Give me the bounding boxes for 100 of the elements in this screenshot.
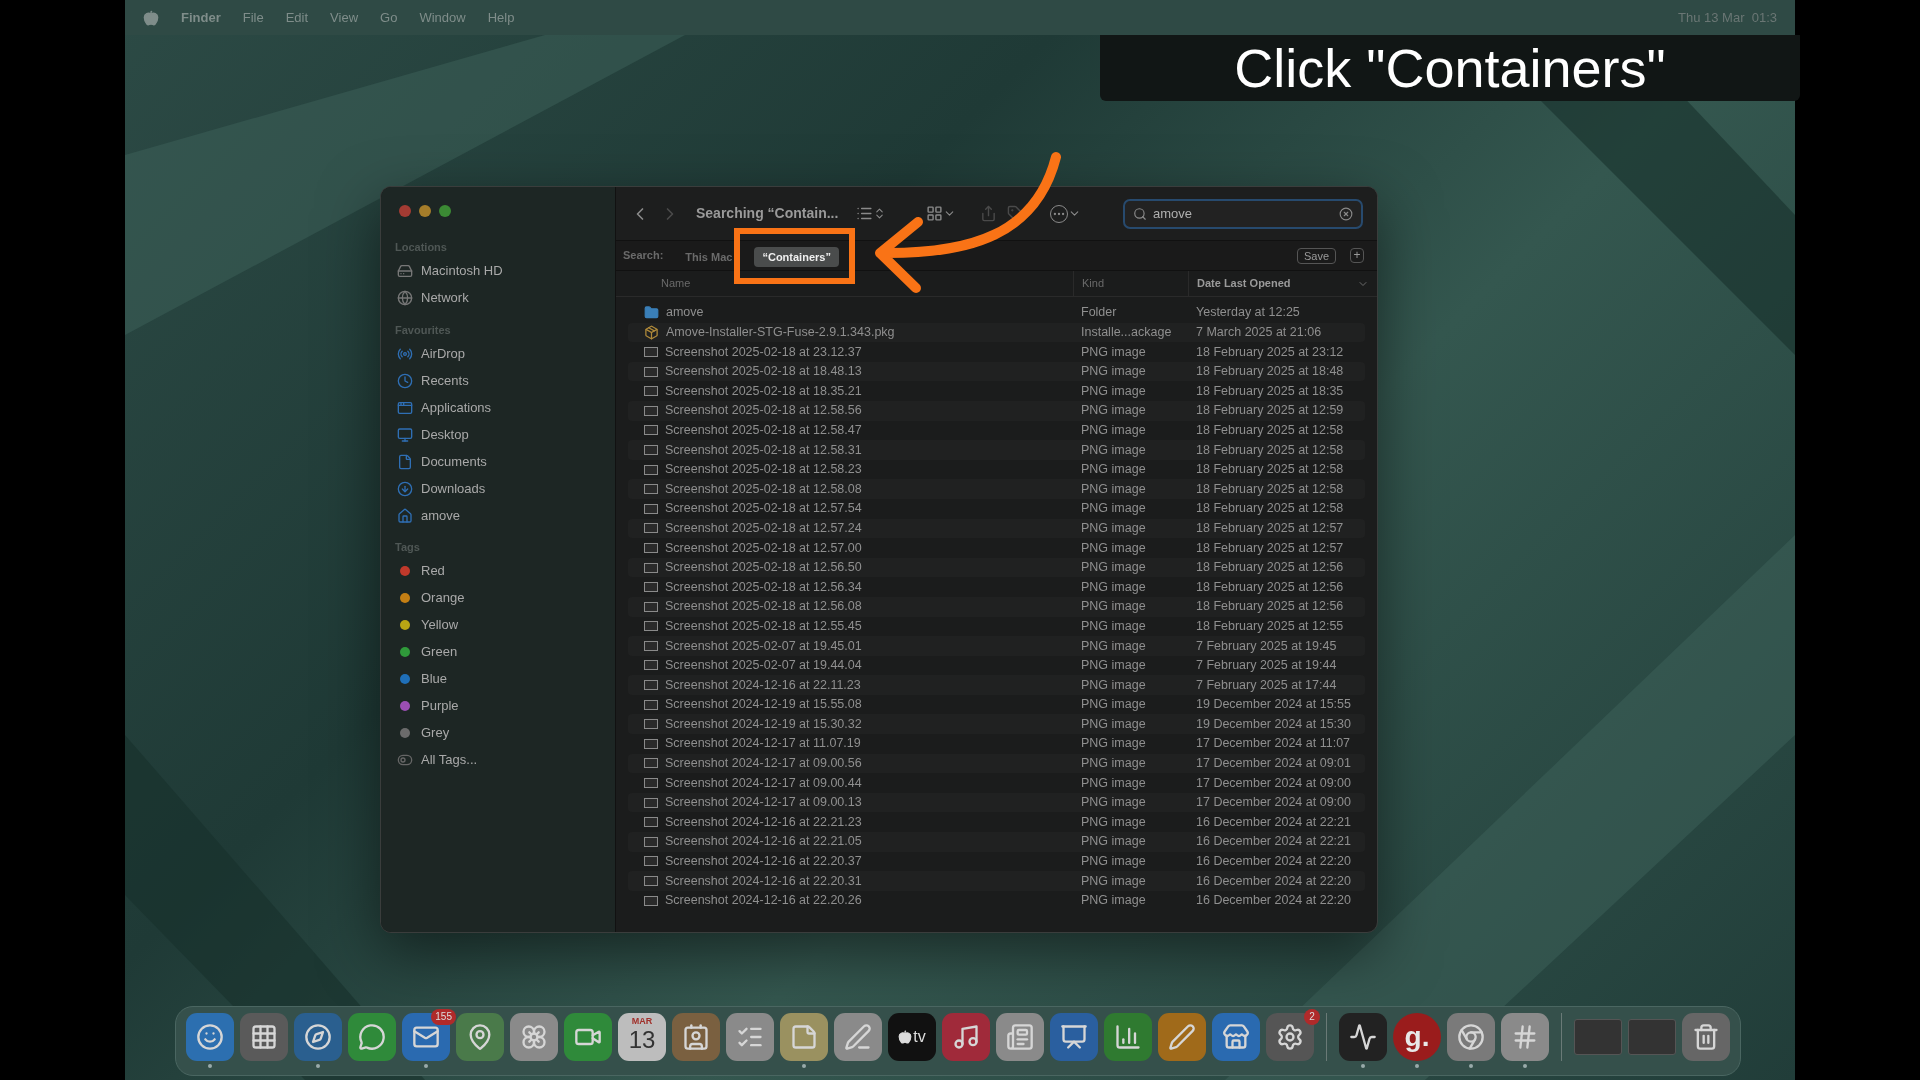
- minimize-button[interactable]: [419, 205, 431, 217]
- table-row[interactable]: Screenshot 2024-12-16 at 22.20.31 PNG image 16 December 2024 at 22:20: [628, 871, 1365, 891]
- dock-app-icon[interactable]: [1104, 1013, 1152, 1061]
- table-row[interactable]: Screenshot 2025-02-18 at 12.58.31 PNG image 18 February 2025 at 12:58: [628, 440, 1365, 460]
- close-button[interactable]: [399, 205, 411, 217]
- save-button[interactable]: Save: [1296, 247, 1336, 264]
- image-thumbnail-icon: [644, 778, 658, 789]
- table-row[interactable]: Screenshot 2024-12-17 at 09.00.13 PNG image 17 December 2024 at 09:00: [628, 792, 1365, 813]
- dock-app-icon[interactable]: [1212, 1013, 1260, 1061]
- image-thumbnail-icon: [644, 582, 658, 593]
- file-date: 16 December 2024 at 22:20: [1195, 853, 1351, 871]
- dock-app-icon[interactable]: [294, 1013, 342, 1061]
- tv-app-icon[interactable]: tv: [888, 1013, 936, 1061]
- list-view-icon[interactable]: [856, 205, 874, 222]
- sidebar-item[interactable]: Macintosh HD: [421, 261, 503, 281]
- file-date: 7 March 2025 at 21:06: [1195, 324, 1322, 341]
- file-date: 18 February 2025 at 12:56: [1195, 598, 1344, 616]
- dock-app-icon[interactable]: [1339, 1013, 1387, 1061]
- dock-app-icon[interactable]: [1682, 1013, 1730, 1061]
- add-criteria-button[interactable]: +: [1350, 248, 1364, 263]
- sidebar-item[interactable]: Purple: [421, 696, 459, 716]
- table-row[interactable]: Amove-Installer-STG-Fuse-2.9.1.343.pkg Installe...ackage 7 March 2025 at 21:06: [628, 322, 1365, 343]
- table-row[interactable]: Screenshot 2025-02-18 at 12.58.56 PNG image 18 February 2025 at 12:59: [628, 400, 1365, 421]
- table-row[interactable]: Screenshot 2025-02-18 at 12.56.08 PNG image 18 February 2025 at 12:56: [628, 596, 1365, 617]
- g-app-icon[interactable]: g.: [1393, 1013, 1441, 1061]
- sidebar-item[interactable]: Desktop: [421, 424, 469, 445]
- sidebar-item[interactable]: Red: [421, 561, 445, 581]
- apple-logo-icon[interactable]: [143, 9, 159, 26]
- file-date: 18 February 2025 at 18:48: [1195, 363, 1344, 381]
- table-row[interactable]: Screenshot 2025-02-18 at 18.48.13 PNG image 18 February 2025 at 18:48: [628, 361, 1365, 382]
- folder-icon: [644, 305, 659, 321]
- column-header[interactable]: Kind: [1082, 275, 1105, 292]
- sidebar-item[interactable]: Grey: [421, 723, 450, 743]
- file-name: Screenshot 2025-02-18 at 12.57.24: [665, 519, 862, 537]
- dock-app-icon[interactable]: [402, 1013, 450, 1061]
- image-thumbnail-icon: [644, 464, 658, 475]
- sidebar-item[interactable]: Network: [421, 288, 469, 308]
- table-row[interactable]: Screenshot 2024-12-19 at 15.30.32 PNG image 19 December 2024 at 15:30: [628, 714, 1365, 735]
- sidebar-item[interactable]: Documents: [421, 451, 487, 472]
- table-row[interactable]: Screenshot 2025-02-18 at 12.58.08 PNG image 18 February 2025 at 12:58: [628, 479, 1365, 499]
- dock-app-icon[interactable]: [672, 1013, 720, 1061]
- dock-app-icon[interactable]: [942, 1013, 990, 1061]
- file-name: Screenshot 2024-12-16 at 22.20.31: [665, 872, 862, 890]
- table-row[interactable]: Screenshot 2024-12-17 at 09.00.56 PNG image 17 December 2024 at 09:01: [628, 753, 1365, 774]
- column-header[interactable]: Name: [661, 275, 691, 292]
- monitor-icon: [397, 426, 413, 443]
- file-kind: PNG image: [1080, 696, 1147, 714]
- dock-app-icon[interactable]: [1266, 1013, 1314, 1061]
- dock-app-icon[interactable]: [780, 1013, 828, 1061]
- tags-icon: [397, 752, 413, 768]
- calendar-app-icon[interactable]: MAR 13: [618, 1013, 666, 1061]
- search-field[interactable]: amove: [1123, 198, 1363, 229]
- window-thumbnail[interactable]: [1628, 1019, 1676, 1055]
- grid-view-icon[interactable]: [926, 205, 944, 222]
- image-thumbnail-icon: [644, 601, 658, 612]
- sidebar-item[interactable]: Orange: [421, 588, 465, 608]
- sidebar-item[interactable]: amove: [421, 505, 461, 526]
- dock-app-icon[interactable]: [1050, 1013, 1098, 1061]
- window-thumbnail[interactable]: [1574, 1019, 1622, 1055]
- menu-bar-clock: Thu 13 Mar 01:3: [1678, 8, 1777, 27]
- dock-app-icon[interactable]: [996, 1013, 1044, 1061]
- hard-drive-icon: [397, 263, 413, 279]
- dock-app-icon[interactable]: [1447, 1013, 1495, 1061]
- sidebar-item[interactable]: AirDrop: [421, 343, 466, 364]
- file-kind: PNG image: [1080, 578, 1147, 596]
- sidebar-item[interactable]: Recents: [421, 370, 469, 391]
- package-icon: [644, 324, 659, 340]
- file-date: 19 December 2024 at 15:55: [1195, 696, 1351, 714]
- dock-app-icon[interactable]: [240, 1013, 288, 1061]
- house-icon: [397, 507, 413, 524]
- file-name: Screenshot 2025-02-18 at 12.55.45: [665, 617, 862, 635]
- dock-app-icon[interactable]: [726, 1013, 774, 1061]
- table-row[interactable]: Screenshot 2025-02-18 at 12.56.50 PNG image 18 February 2025 at 12:56: [628, 557, 1365, 578]
- table-row[interactable]: Screenshot 2024-12-16 at 22.21.05 PNG image 16 December 2024 at 22:21: [628, 832, 1365, 852]
- dock-app-icon[interactable]: [834, 1013, 882, 1061]
- clear-icon[interactable]: [1339, 206, 1353, 221]
- column-header[interactable]: Date Last Opened: [1197, 275, 1291, 292]
- sidebar-item[interactable]: Downloads: [421, 478, 486, 499]
- dock-app-icon[interactable]: [1501, 1013, 1549, 1061]
- dock-app-icon[interactable]: [1158, 1013, 1206, 1061]
- sidebar-item[interactable]: Yellow: [421, 615, 459, 635]
- table-row[interactable]: Screenshot 2024-12-16 at 22.11.23 PNG image 7 February 2025 at 17:44: [628, 675, 1365, 695]
- table-row[interactable]: Screenshot 2025-02-18 at 12.57.24 PNG image 18 February 2025 at 12:57: [628, 518, 1365, 539]
- sidebar-item[interactable]: All Tags...: [421, 750, 478, 770]
- sidebar-item[interactable]: Green: [421, 642, 458, 662]
- dock-app-icon[interactable]: [510, 1013, 558, 1061]
- dock-app-icon[interactable]: [564, 1013, 612, 1061]
- zoom-button[interactable]: [439, 205, 451, 217]
- scope-option[interactable]: “Containers”: [754, 246, 839, 267]
- file-kind: PNG image: [1080, 872, 1147, 890]
- table-row[interactable]: Screenshot 2025-02-07 at 19.45.01 PNG image 7 February 2025 at 19:45: [628, 636, 1365, 656]
- file-date: 17 December 2024 at 09:00: [1195, 774, 1351, 792]
- dock-app-icon[interactable]: [348, 1013, 396, 1061]
- dock-app-icon[interactable]: [456, 1013, 504, 1061]
- file-name: Screenshot 2024-12-17 at 11.07.19: [665, 735, 861, 753]
- file-kind: PNG image: [1080, 441, 1147, 459]
- dock-app-icon[interactable]: [186, 1013, 234, 1061]
- sidebar-item[interactable]: Applications: [421, 397, 492, 418]
- sidebar-item[interactable]: Blue: [421, 669, 448, 689]
- scope-option[interactable]: This Mac: [677, 246, 741, 267]
